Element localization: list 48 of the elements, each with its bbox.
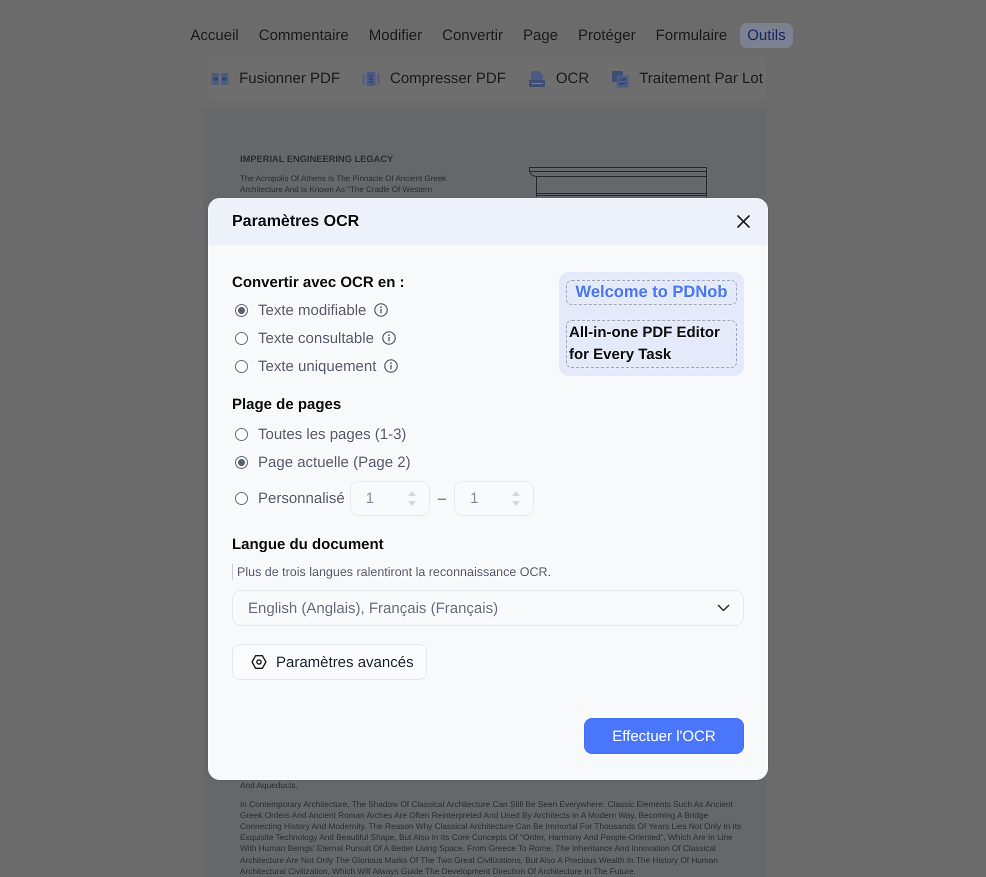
menu-tab[interactable]: Modifier (362, 23, 430, 48)
document-paragraph: In Contemporary Architecture, The Shadow Of Classical Architecture Can Still Be Seen Everywhere. Classic Elements Such As Ancient Greek Orders And Ancient Roman Arches Are Often Reinterpreted And Used By Architects In A Modern Way, Becoming A Bridge Connecting History And Modernity. The Reason Why Classical Architecture Can Be Immortal For Thousands Of Years Lies Not Only In Its Exquisite Technology And Beautiful Shape, But Also In Its Core Concepts Of "Order, Harmony And People-Oriented", Which Are In Line With Human Beings' Eternal Pursuit Of A Better Living Space. From Greece To Rome, The Inheritance And Innovation Of Classical Architecture Are Not Only The Glorious Marks Of The Two Great Civilizations, But Also A Precious Wealth In The History Of Human Architectural Civilization, Which Will Always Guide The Development Direction Of Architecture In The Future. (240, 798, 742, 877)
settings-icon (251, 654, 267, 670)
chevron-down-icon (717, 604, 730, 612)
close-button[interactable] (737, 215, 750, 228)
menu-tab[interactable]: Page (516, 23, 566, 48)
menu-tab[interactable]: Convertir (435, 23, 510, 48)
document-icon (528, 70, 546, 88)
section-heading: Plage de pages (232, 395, 342, 415)
radio-button[interactable] (235, 360, 248, 372)
spinner-arrows-icon (406, 490, 417, 506)
menu-tab[interactable]: Protéger (571, 23, 643, 48)
range-separator: – (438, 490, 446, 506)
hint-text: Plus de trois langues ralentiront la reconnaissance OCR. (232, 564, 552, 580)
document-text: And Aqueducts. (240, 780, 298, 792)
section-heading: Convertir avec OCR en : (232, 273, 405, 293)
toolbar-button[interactable]: Compresser PDF (362, 70, 506, 88)
radio-option[interactable]: Toutes les pages (1-3) (232, 426, 406, 442)
language-dropdown[interactable]: English (Anglais), Français (Français) (232, 590, 744, 626)
radio-option[interactable]: Texte modifiable (232, 302, 366, 318)
menu-tab[interactable]: Accueil (183, 23, 246, 48)
document-paragraph: The Acropolis Of Athens Is The Pinnacle Of Ancient Greek Architecture And Is Known As "The Cradle Of Western (240, 173, 446, 195)
radio-option[interactable]: Texte uniquement (232, 358, 376, 374)
promo-tagline: All-in-one PDF Editor for Every Task (566, 320, 737, 368)
radio-option[interactable]: Page actuelle (Page 2) (232, 454, 411, 470)
radio-button[interactable] (235, 304, 248, 316)
radio-button[interactable] (235, 428, 248, 440)
radio-button[interactable] (235, 492, 248, 504)
menu-tab[interactable]: Formulaire (648, 23, 734, 48)
radio-option[interactable]: Texte consultable (232, 330, 374, 346)
toolbar-button[interactable]: Traitement Par Lot (611, 70, 763, 88)
promo-headline: Welcome to PDNob (566, 280, 737, 305)
dialog-title: Paramètres OCR (232, 212, 360, 232)
document-heading: IMPERIAL ENGINEERING LEGACY (240, 153, 394, 165)
run-ocr-button[interactable]: Effectuer l'OCR (584, 718, 744, 754)
spinner-arrows-icon (511, 490, 522, 506)
page-brackets-icon (362, 70, 380, 88)
close-icon (737, 215, 750, 228)
stacked-pages-icon (611, 70, 630, 88)
advanced-settings-button[interactable]: Paramètres avancés (232, 644, 427, 680)
menu-tab[interactable]: Commentaire (252, 23, 356, 48)
radio-option[interactable]: Personnalisé (232, 490, 345, 506)
radio-button[interactable] (235, 456, 248, 468)
toolbar-button[interactable]: Fusionner PDF (211, 70, 340, 88)
menu-tab[interactable]: Outils (740, 23, 793, 48)
toolbar-button[interactable]: OCR (528, 70, 590, 88)
radio-button[interactable] (235, 332, 248, 344)
section-heading: Langue du document (232, 535, 385, 555)
